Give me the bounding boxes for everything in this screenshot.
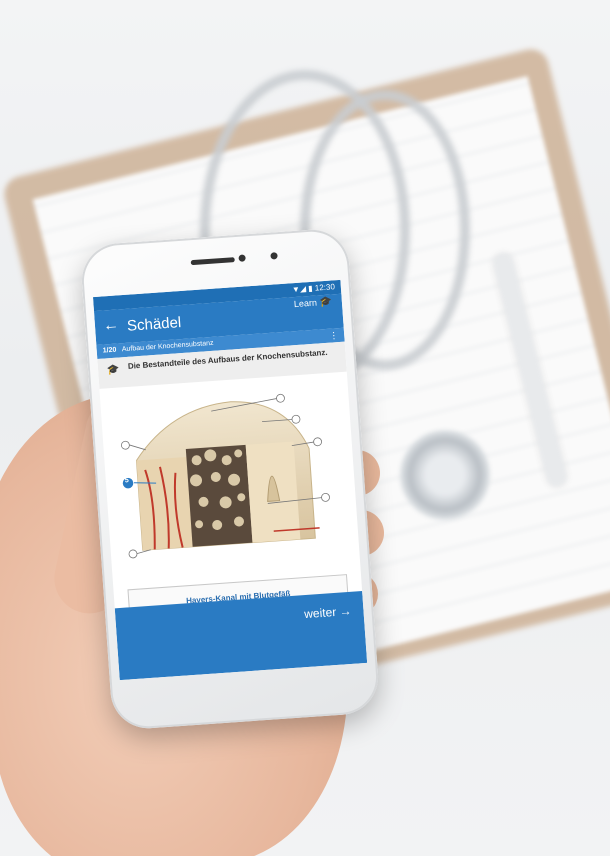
back-arrow-icon[interactable]: ← (102, 316, 119, 334)
status-time: 12:30 (314, 282, 336, 293)
arrow-right-icon: → (339, 603, 352, 619)
lesson-progress: 1/20 (102, 346, 117, 355)
next-button[interactable]: weiter → (304, 604, 352, 621)
screen-title: Schädel (126, 314, 182, 335)
background-photo: ▼◢ ▮ 12:30 ← Schädel Learn 🎓 1/20 Aufbau… (0, 0, 610, 856)
graduation-cap-icon: 🎓 (319, 296, 333, 309)
next-label: weiter (303, 604, 337, 622)
stethoscope-chestpiece (400, 430, 490, 520)
bone-structure-figure: 5 (109, 376, 351, 582)
app-screen: ▼◢ ▮ 12:30 ← Schädel Learn 🎓 1/20 Aufbau… (92, 279, 368, 681)
sensor (270, 252, 278, 260)
bone-illustration (120, 393, 330, 559)
front-camera (238, 254, 246, 262)
smartphone: ▼◢ ▮ 12:30 ← Schädel Learn 🎓 1/20 Aufbau… (79, 227, 381, 731)
learn-label: Learn (293, 297, 318, 310)
earpiece (190, 257, 235, 266)
signal-icon: ▼◢ ▮ (291, 283, 316, 295)
selected-marker-label[interactable]: 5 (125, 477, 129, 484)
more-vert-icon[interactable]: ⋮ (329, 328, 339, 343)
learn-mode-button[interactable]: Learn 🎓 (294, 296, 333, 310)
graduation-cap-icon: 🎓 (106, 364, 120, 377)
